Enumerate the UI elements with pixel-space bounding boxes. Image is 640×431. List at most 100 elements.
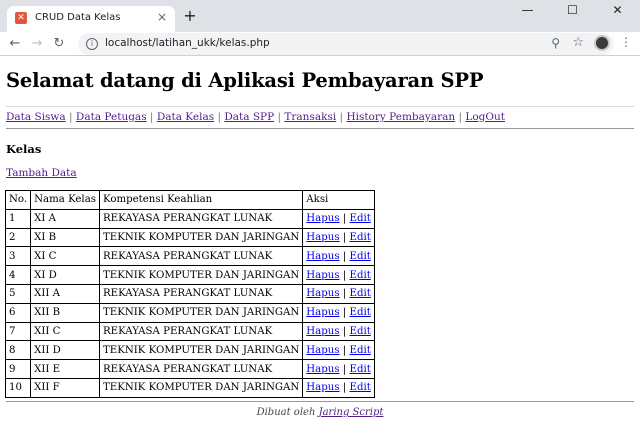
header-no: No. (4, 190, 32, 210)
row-aksi: Hapus | Edit (302, 321, 375, 342)
table-row: 8 XII D TEKNIK KOMPUTER DAN JARINGAN Hapus … (4, 340, 375, 361)
row-kompetensi-keahlian: REKAYASA PERANGKAT LUNAK (98, 246, 304, 267)
row-nama-kelas: XII B (30, 302, 100, 323)
header-aksi: Aksi (302, 190, 375, 210)
header-kompetensi-keahlian: Kompetensi Keahlian (98, 190, 304, 210)
header-nama-kelas: Nama Kelas (30, 190, 100, 210)
forward-arrow-icon[interactable]: → (28, 35, 46, 53)
row-aksi: Hapus | Edit (302, 340, 375, 361)
row-kompetensi-keahlian: REKAYASA PERANGKAT LUNAK (98, 283, 304, 304)
main-navigation: Data Siswa | Data Petugas | Data Kelas |… (6, 111, 505, 123)
row-nama-kelas: XII C (30, 321, 100, 342)
row-nama-kelas: XI D (30, 265, 100, 285)
xampp-favicon-icon: ✕ (15, 12, 27, 24)
row-aksi: Hapus | Edit (302, 377, 375, 398)
add-data-link[interactable]: Tambah Data (6, 167, 77, 179)
row-no: 10 (4, 377, 32, 398)
edit-link[interactable]: Edit (350, 251, 371, 262)
browser-menu-icon[interactable]: ⋮ (620, 35, 632, 53)
nav-link-data-kelas[interactable]: Data Kelas (157, 111, 214, 123)
browser-tab[interactable]: ✕ CRUD Data Kelas × (7, 6, 175, 32)
close-window-button[interactable]: ✕ (595, 0, 640, 20)
delete-link[interactable]: Hapus (306, 307, 339, 318)
divider (6, 401, 634, 402)
delete-link[interactable]: Hapus (306, 382, 339, 393)
nav-link-data-petugas[interactable]: Data Petugas (76, 111, 147, 123)
nav-link-transaksi[interactable]: Transaksi (284, 111, 336, 123)
row-no: 5 (4, 283, 32, 304)
edit-link[interactable]: Edit (350, 326, 371, 337)
address-bar[interactable]: i localhost/latihan_ukk/kelas.php ⚲ ☆ (78, 33, 614, 55)
table-row: 10 XII F TEKNIK KOMPUTER DAN JARINGAN Hapus… (4, 377, 375, 398)
row-aksi: Hapus | Edit (302, 208, 375, 229)
reload-icon[interactable]: ↻ (50, 35, 68, 53)
row-kompetensi-keahlian: TEKNIK KOMPUTER DAN JARINGAN (98, 340, 304, 361)
table-row: 1 XI A REKAYASA PERANGKAT LUNAK Hapus | Edi… (4, 208, 375, 229)
edit-link[interactable]: Edit (350, 270, 371, 281)
action-separator: | (342, 288, 347, 300)
footer-link[interactable]: Jaring Script (319, 407, 384, 418)
row-kompetensi-keahlian: TEKNIK KOMPUTER DAN JARINGAN (98, 377, 304, 398)
maximize-button[interactable]: ☐ (550, 0, 595, 20)
action-separator: | (342, 325, 347, 337)
row-aksi: Hapus | Edit (302, 265, 375, 285)
nav-link-data-siswa[interactable]: Data Siswa (6, 111, 66, 123)
row-no: 9 (4, 359, 32, 379)
table-row: 3 XI C REKAYASA PERANGKAT LUNAK Hapus | Edi… (4, 246, 375, 267)
bookmark-star-icon[interactable]: ☆ (572, 35, 584, 50)
nav-link-history-pembayaran[interactable]: History Pembayaran (346, 111, 455, 123)
row-no: 6 (4, 302, 32, 323)
page-content: Selamat datang di Aplikasi Pembayaran SP… (0, 57, 640, 431)
row-kompetensi-keahlian: REKAYASA PERANGKAT LUNAK (98, 208, 304, 229)
row-aksi: Hapus | Edit (302, 359, 375, 379)
delete-link[interactable]: Hapus (306, 288, 339, 299)
edit-link[interactable]: Edit (350, 232, 371, 243)
row-nama-kelas: XII E (30, 359, 100, 379)
delete-link[interactable]: Hapus (306, 326, 339, 337)
delete-link[interactable]: Hapus (306, 364, 339, 375)
profile-avatar[interactable] (594, 35, 610, 51)
edit-link[interactable]: Edit (350, 307, 371, 318)
tab-close-icon[interactable]: × (157, 10, 167, 24)
row-kompetensi-keahlian: TEKNIK KOMPUTER DAN JARINGAN (98, 302, 304, 323)
action-separator: | (342, 213, 347, 225)
divider (6, 106, 634, 107)
delete-link[interactable]: Hapus (306, 345, 339, 356)
row-no: 3 (4, 246, 32, 267)
info-icon[interactable]: i (86, 38, 98, 50)
nav-link-logout[interactable]: LogOut (465, 111, 505, 123)
edit-link[interactable]: Edit (350, 364, 371, 375)
row-nama-kelas: XI C (30, 246, 100, 267)
action-separator: | (342, 250, 347, 262)
delete-link[interactable]: Hapus (306, 232, 339, 243)
zoom-icon[interactable]: ⚲ (551, 36, 560, 50)
tab-title: CRUD Data Kelas (35, 12, 121, 23)
new-tab-button[interactable]: + (180, 6, 200, 26)
edit-link[interactable]: Edit (350, 382, 371, 393)
row-kompetensi-keahlian: REKAYASA PERANGKAT LUNAK (98, 321, 304, 342)
minimize-button[interactable]: — (505, 0, 550, 20)
nav-link-data-spp[interactable]: Data SPP (224, 111, 274, 123)
row-aksi: Hapus | Edit (302, 246, 375, 267)
action-separator: | (342, 269, 347, 281)
edit-link[interactable]: Edit (350, 288, 371, 299)
row-nama-kelas: XI A (30, 208, 100, 229)
delete-link[interactable]: Hapus (306, 270, 339, 281)
kelas-table: No. Nama Kelas Kompetensi Keahlian Aksi … (4, 190, 375, 398)
delete-link[interactable]: Hapus (306, 251, 339, 262)
page-heading: Selamat datang di Aplikasi Pembayaran SP… (6, 69, 484, 92)
back-arrow-icon[interactable]: ← (6, 35, 24, 53)
edit-link[interactable]: Edit (350, 345, 371, 356)
row-aksi: Hapus | Edit (302, 227, 375, 248)
action-separator: | (342, 363, 347, 375)
table-row: 5 XII A REKAYASA PERANGKAT LUNAK Hapus | Ed… (4, 283, 375, 304)
divider (6, 128, 634, 129)
edit-link[interactable]: Edit (350, 213, 371, 224)
table-row: 4 XI D TEKNIK KOMPUTER DAN JARINGAN Hapus |… (4, 265, 375, 285)
row-kompetensi-keahlian: TEKNIK KOMPUTER DAN JARINGAN (98, 265, 304, 285)
url-text[interactable]: localhost/latihan_ukk/kelas.php (105, 37, 270, 49)
row-kompetensi-keahlian: TEKNIK KOMPUTER DAN JARINGAN (98, 227, 304, 248)
browser-title-bar: ✕ CRUD Data Kelas × + — ☐ ✕ (0, 0, 640, 32)
delete-link[interactable]: Hapus (306, 213, 339, 224)
row-no: 1 (4, 208, 32, 229)
